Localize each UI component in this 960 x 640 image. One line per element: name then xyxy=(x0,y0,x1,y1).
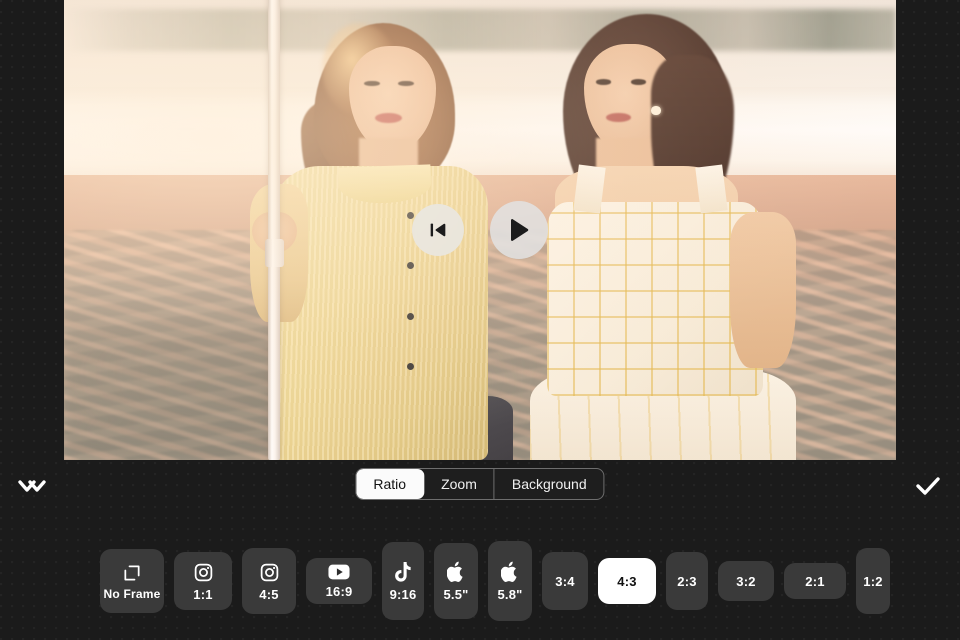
ratio-chip-label: 1:2 xyxy=(863,573,883,589)
ratio-chip-label: 5.5" xyxy=(443,587,469,602)
confirm-button[interactable] xyxy=(896,460,960,516)
skip-back-icon xyxy=(427,219,449,241)
editor-bottom-bar: Ratio Zoom Background No Frame 1:1 4:5 16:9… xyxy=(0,460,960,640)
ratio-chip-2-3[interactable]: 2:3 xyxy=(666,552,708,610)
app-root: Ratio Zoom Background No Frame 1:1 4:5 16:9… xyxy=(0,0,960,640)
ratio-chip-1-2[interactable]: 1:2 xyxy=(856,548,890,614)
tab-background[interactable]: Background xyxy=(495,469,604,499)
instagram-icon xyxy=(259,562,280,583)
ratio-chip-5-8[interactable]: 5.8" xyxy=(488,541,532,621)
preview-stage xyxy=(0,0,960,460)
ratio-chip-list[interactable]: No Frame 1:1 4:5 16:9 9:16 5.5" 5.8" 3:4 4:3 2:3 3… xyxy=(0,522,960,640)
ratio-chip-3-4[interactable]: 3:4 xyxy=(542,552,588,610)
rewind-button[interactable] xyxy=(412,204,464,256)
playback-controls xyxy=(0,0,960,460)
play-button[interactable] xyxy=(490,201,548,259)
ratio-chip-label: 16:9 xyxy=(325,584,353,599)
ratio-chip-5-5[interactable]: 5.5" xyxy=(434,543,478,619)
check-icon xyxy=(915,475,941,502)
crop-frame-icon xyxy=(122,563,142,583)
ratio-chip-2-1[interactable]: 2:1 xyxy=(784,563,846,599)
youtube-icon xyxy=(328,564,350,580)
ratio-chip-9-16[interactable]: 9:16 xyxy=(382,542,424,620)
instagram-icon xyxy=(193,562,214,583)
ratio-chip-16-9[interactable]: 16:9 xyxy=(306,558,372,604)
tab-zoom[interactable]: Zoom xyxy=(424,469,495,499)
ratio-chip-label: 3:2 xyxy=(736,573,756,589)
ratio-chip-4-5[interactable]: 4:5 xyxy=(242,548,296,614)
ratio-chip-label: No Frame xyxy=(103,586,161,601)
tiktok-icon xyxy=(394,561,413,583)
apple-icon xyxy=(500,561,520,583)
ratio-chip-1-1[interactable]: 1:1 xyxy=(174,552,232,610)
apple-icon xyxy=(446,561,466,583)
ratio-chip-3-2[interactable]: 3:2 xyxy=(718,561,774,601)
ratio-chip-label: 9:16 xyxy=(389,586,417,602)
ratio-chip-4-3[interactable]: 4:3 xyxy=(598,558,656,604)
ratio-chip-label: 4:3 xyxy=(617,573,637,589)
double-chevron-icon xyxy=(17,476,47,501)
editor-mode-tabs: Ratio Zoom Background xyxy=(355,468,605,500)
ratio-chip-label: 2:3 xyxy=(677,573,697,589)
play-icon xyxy=(507,217,531,243)
cancel-button[interactable] xyxy=(0,460,64,516)
ratio-chip-no-frame[interactable]: No Frame xyxy=(100,549,164,613)
tab-ratio[interactable]: Ratio xyxy=(356,469,425,499)
ratio-chip-label: 4:5 xyxy=(259,586,279,602)
ratio-chip-label: 3:4 xyxy=(555,573,575,589)
ratio-chip-label: 2:1 xyxy=(805,573,825,589)
ratio-chip-label: 1:1 xyxy=(193,586,213,602)
ratio-chip-label: 5.8" xyxy=(497,587,523,602)
